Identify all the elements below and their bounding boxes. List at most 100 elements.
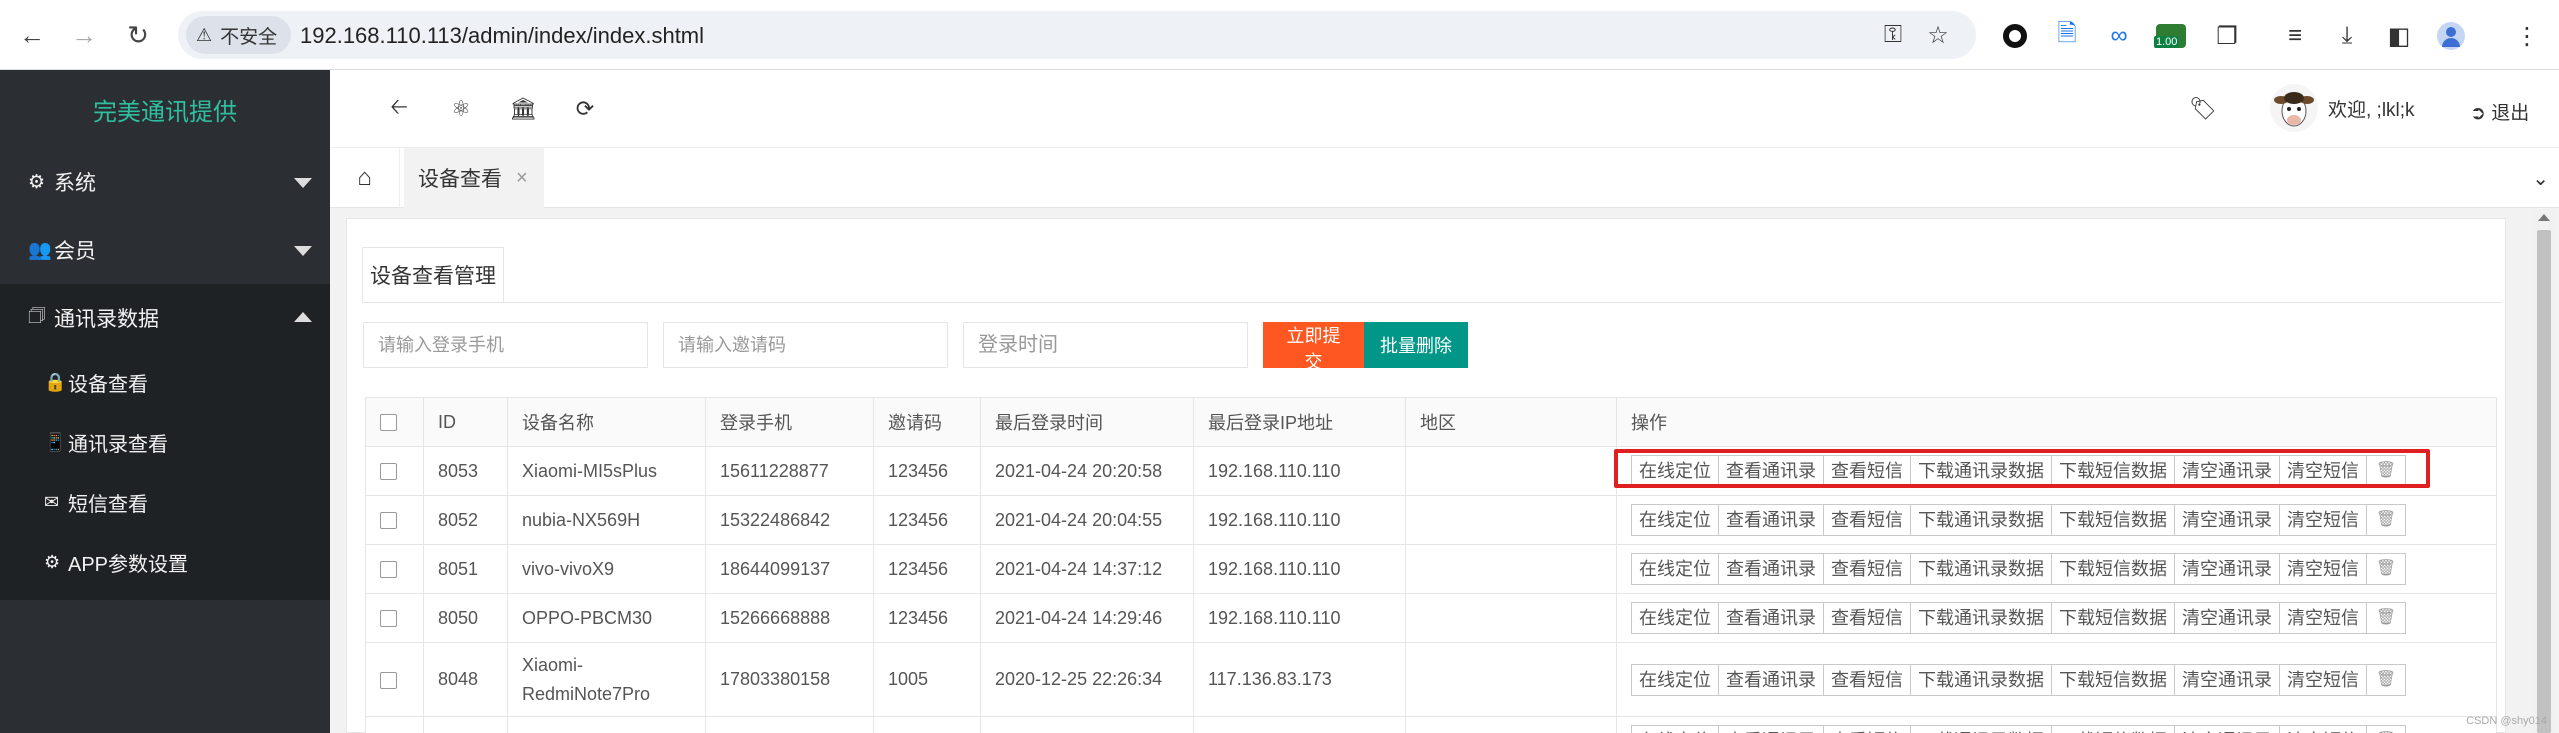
trash-icon[interactable]: 🗑	[2366, 504, 2406, 536]
media-queue-icon[interactable]: ≡	[2275, 16, 2315, 56]
side-panel-icon[interactable]: ◧	[2379, 16, 2419, 56]
view-contacts-button[interactable]: 查看通讯录	[1718, 504, 1824, 536]
locate-button[interactable]: 在线定位	[1631, 663, 1719, 696]
login-time-input[interactable]	[963, 322, 1248, 368]
download-contacts-button[interactable]: 下载通讯录数据	[1910, 553, 2052, 585]
view-contacts-button[interactable]: 查看通讯录	[1718, 663, 1824, 696]
bank-icon[interactable]: 🏛	[506, 92, 540, 126]
sidebar-item-members[interactable]: 👥 会员	[0, 216, 330, 284]
batch-delete-button[interactable]: 批量删除	[1364, 322, 1468, 368]
download-contacts-button[interactable]: 下载通讯录数据	[1910, 725, 2052, 733]
chevron-down-icon[interactable]: ⌄	[2532, 166, 2549, 191]
extension-game-icon[interactable]: 1.00	[2151, 16, 2191, 56]
download-contacts-button[interactable]: 下载通讯录数据	[1910, 602, 2052, 634]
brand-title[interactable]: 完美通讯提供	[0, 70, 330, 148]
address-bar[interactable]: ⚠ 不安全 192.168.110.113/admin/index/index.…	[178, 11, 1976, 59]
clear-contacts-button[interactable]: 清空通讯录	[2174, 602, 2280, 634]
extension-doc-icon[interactable]: 🗎	[2047, 16, 2087, 56]
view-sms-button[interactable]: 查看短信	[1823, 504, 1911, 536]
view-contacts-button[interactable]: 查看通讯录	[1718, 725, 1824, 733]
download-sms-button[interactable]: 下载短信数据	[2051, 725, 2175, 733]
submit-button[interactable]: 立即提交	[1263, 322, 1364, 372]
logout-button[interactable]: ➲ 退出	[2470, 98, 2529, 125]
extension-circle-icon[interactable]	[1995, 16, 2035, 56]
trash-icon[interactable]: 🗑	[2366, 725, 2406, 733]
star-icon[interactable]: ☆	[1923, 21, 1953, 50]
refresh-icon[interactable]: ⟳	[568, 92, 602, 126]
download-sms-button[interactable]: 下载短信数据	[2051, 455, 2175, 487]
clear-contacts-button[interactable]: 清空通讯录	[2174, 504, 2280, 536]
select-all-checkbox[interactable]	[380, 414, 397, 432]
close-icon[interactable]: ×	[516, 167, 528, 190]
back-icon[interactable]: ←	[12, 15, 52, 55]
row-checkbox[interactable]	[380, 671, 397, 689]
tag-icon[interactable]: 🏷	[2186, 92, 2220, 126]
arrow-left-icon[interactable]: 🡠	[382, 92, 416, 126]
home-tab[interactable]: ⌂	[330, 148, 400, 208]
user-menu[interactable]: 欢迎, ;lkl;k	[2270, 84, 2415, 132]
clear-sms-button[interactable]: 清空短信	[2279, 663, 2367, 696]
phone-search-input[interactable]	[363, 322, 648, 368]
download-sms-button[interactable]: 下载短信数据	[2051, 663, 2175, 696]
scroll-thumb[interactable]	[2537, 230, 2551, 733]
sidebar-item-system[interactable]: ⚙ 系统	[0, 148, 330, 216]
download-contacts-button[interactable]: 下载通讯录数据	[1910, 504, 2052, 536]
clear-contacts-button[interactable]: 清空通讯录	[2174, 455, 2280, 487]
view-sms-button[interactable]: 查看短信	[1823, 663, 1911, 696]
clear-sms-button[interactable]: 清空短信	[2279, 725, 2367, 733]
locate-button[interactable]: 在线定位	[1631, 455, 1719, 487]
view-sms-button[interactable]: 查看短信	[1823, 455, 1911, 487]
clear-sms-button[interactable]: 清空短信	[2279, 553, 2367, 585]
invite-code-input[interactable]	[663, 322, 948, 368]
row-checkbox[interactable]	[380, 512, 397, 530]
locate-button[interactable]: 在线定位	[1631, 553, 1719, 585]
trash-icon[interactable]: 🗑	[2366, 602, 2406, 634]
row-checkbox[interactable]	[380, 561, 397, 579]
tab-device-view[interactable]: 设备查看 ×	[404, 148, 544, 208]
download-contacts-button[interactable]: 下载通讯录数据	[1910, 663, 2052, 696]
submenu-item-app-settings[interactable]: ⚙ APP参数设置	[0, 532, 330, 592]
sidebar-item-contacts-data[interactable]: 🗇 通讯录数据	[0, 284, 330, 352]
view-contacts-button[interactable]: 查看通讯录	[1718, 455, 1824, 487]
download-sms-button[interactable]: 下载短信数据	[2051, 602, 2175, 634]
trash-icon[interactable]: 🗑	[2366, 663, 2406, 696]
download-sms-button[interactable]: 下载短信数据	[2051, 504, 2175, 536]
submenu-item-device-view[interactable]: 🔒 设备查看	[0, 352, 330, 412]
download-sms-button[interactable]: 下载短信数据	[2051, 553, 2175, 585]
security-chip[interactable]: ⚠ 不安全	[186, 16, 292, 54]
view-contacts-button[interactable]: 查看通讯录	[1718, 553, 1824, 585]
extension-infinity-icon[interactable]: ∞	[2099, 16, 2139, 56]
clear-sms-button[interactable]: 清空短信	[2279, 602, 2367, 634]
view-sms-button[interactable]: 查看短信	[1823, 725, 1911, 733]
url-text[interactable]: 192.168.110.113/admin/index/index.shtml	[300, 23, 704, 49]
view-sms-button[interactable]: 查看短信	[1823, 602, 1911, 634]
key-icon[interactable]: ⚿	[1878, 21, 1908, 49]
locate-button[interactable]: 在线定位	[1631, 602, 1719, 634]
row-checkbox[interactable]	[380, 463, 397, 481]
forward-icon[interactable]: →	[64, 15, 104, 55]
submenu-item-contacts-view[interactable]: 📱 通讯录查看	[0, 412, 330, 472]
scrollbar[interactable]	[2533, 210, 2555, 733]
reload-icon[interactable]: ↻	[118, 15, 158, 55]
profile-icon[interactable]	[2431, 16, 2471, 56]
locate-button[interactable]: 在线定位	[1631, 504, 1719, 536]
panel-title-tab[interactable]: 设备查看管理	[362, 247, 504, 303]
download-contacts-button[interactable]: 下载通讯录数据	[1910, 455, 2052, 487]
clear-contacts-button[interactable]: 清空通讯录	[2174, 725, 2280, 733]
clear-contacts-button[interactable]: 清空通讯录	[2174, 553, 2280, 585]
locate-button[interactable]: 在线定位	[1631, 725, 1719, 733]
support-icon[interactable]: ⚛	[444, 92, 478, 126]
row-checkbox[interactable]	[380, 610, 397, 628]
view-contacts-button[interactable]: 查看通讯录	[1718, 602, 1824, 634]
extensions-puzzle-icon[interactable]: ❐	[2207, 16, 2247, 56]
clear-contacts-button[interactable]: 清空通讯录	[2174, 663, 2280, 696]
more-menu-icon[interactable]: ⋮	[2507, 16, 2547, 56]
trash-icon[interactable]: 🗑	[2366, 553, 2406, 585]
submenu-item-sms-view[interactable]: ✉ 短信查看	[0, 472, 330, 532]
scroll-up-icon[interactable]	[2538, 214, 2550, 221]
download-icon[interactable]: ⤓	[2327, 16, 2367, 56]
view-sms-button[interactable]: 查看短信	[1823, 553, 1911, 585]
clear-sms-button[interactable]: 清空短信	[2279, 504, 2367, 536]
trash-icon[interactable]: 🗑	[2366, 455, 2406, 487]
clear-sms-button[interactable]: 清空短信	[2279, 455, 2367, 487]
